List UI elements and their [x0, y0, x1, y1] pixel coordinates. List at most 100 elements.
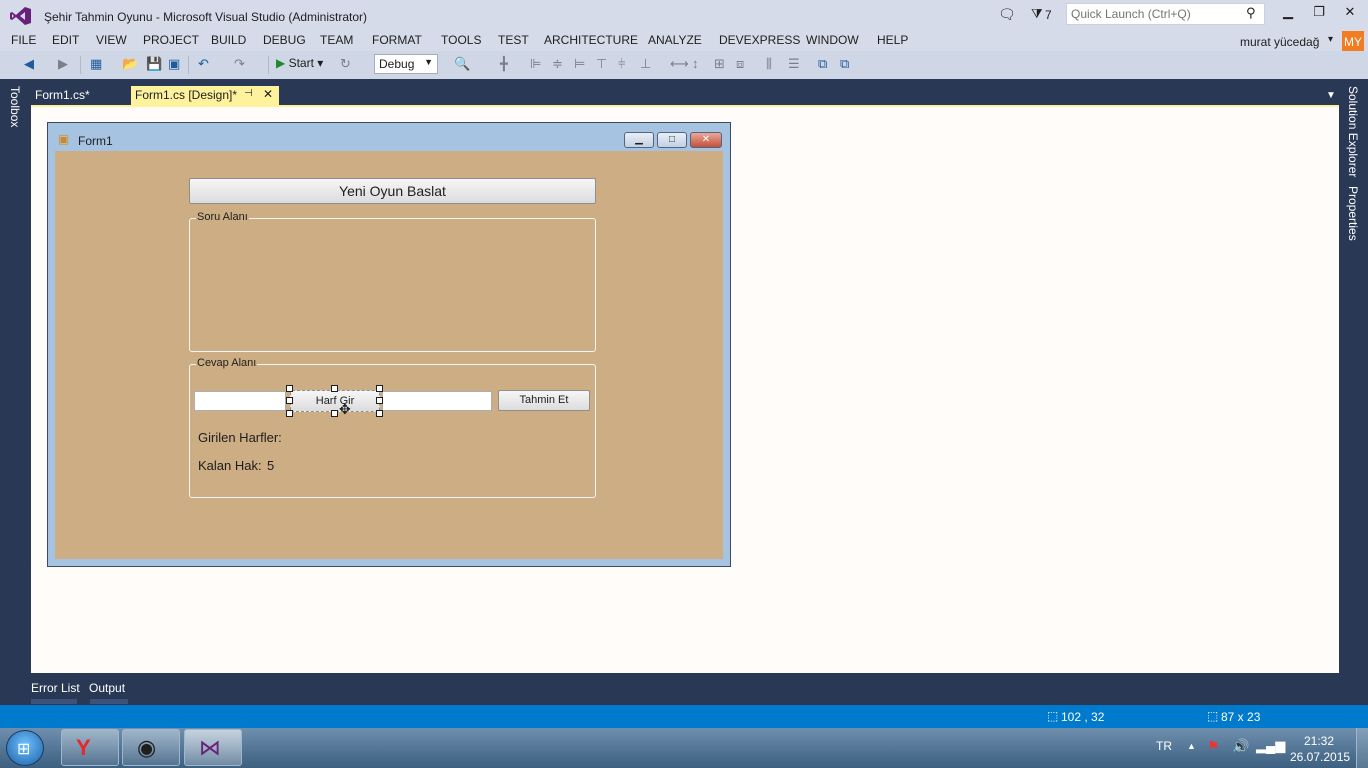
search-icon[interactable]: ⚲	[1246, 5, 1256, 21]
solution-explorer-tab[interactable]: Solution Explorer	[1346, 86, 1360, 177]
menu-tools[interactable]: TOOLS	[441, 33, 481, 47]
chevron-down-icon[interactable]: ▾	[1328, 34, 1333, 45]
taskbar-visual-studio[interactable]: ⋈	[184, 729, 242, 766]
clock-date[interactable]: 26.07.2015	[1290, 750, 1350, 764]
windows-logo-icon: ⊞	[17, 741, 31, 758]
avatar[interactable]: MY	[1342, 31, 1364, 53]
letter-textbox[interactable]	[194, 391, 286, 411]
yandex-icon: Y	[76, 735, 91, 760]
menu-format[interactable]: FORMAT	[372, 33, 422, 47]
language-indicator[interactable]: TR	[1156, 739, 1172, 753]
close-icon[interactable]: ✕	[263, 87, 273, 101]
bottom-tool-tabs	[0, 673, 1368, 705]
chevron-down-icon[interactable]: ▼	[1326, 90, 1336, 101]
question-groupbox[interactable]: Soru Alanı	[189, 211, 596, 352]
pin-icon[interactable]: ⊣	[244, 88, 253, 99]
form-maximize-button[interactable]: □	[657, 132, 687, 148]
make-same-size-icon[interactable]: ⧈	[736, 56, 744, 72]
save-icon[interactable]: 💾	[146, 56, 162, 72]
form-icon: ▣	[58, 132, 70, 146]
solution-configuration-select[interactable]: Debug ▼	[374, 54, 438, 74]
entered-letters-label: Girilen Harfler:	[198, 430, 282, 445]
menu-test[interactable]: TEST	[498, 33, 529, 47]
align-lefts-icon[interactable]: ⊫	[530, 56, 541, 72]
menu-help[interactable]: HELP	[877, 33, 908, 47]
clock-time[interactable]: 21:32	[1304, 734, 1334, 748]
menu-architecture[interactable]: ARCHITECTURE	[544, 33, 638, 47]
user-name[interactable]: murat yücedağ	[1240, 35, 1319, 49]
vertical-spacing-icon[interactable]: ☰	[788, 56, 800, 72]
resize-handle[interactable]	[376, 410, 383, 417]
toolbox-tab[interactable]: Toolbox	[8, 86, 22, 127]
make-same-width-icon[interactable]: ⟷	[670, 56, 689, 72]
properties-tab[interactable]: Properties	[1346, 186, 1360, 241]
new-game-button[interactable]: Yeni Oyun Baslat	[189, 178, 596, 204]
menu-window[interactable]: WINDOW	[806, 33, 859, 47]
resize-handle[interactable]	[331, 410, 338, 417]
taskbar-yandex-browser[interactable]: Y	[61, 729, 119, 766]
action-center-icon[interactable]: ⚑	[1207, 738, 1220, 755]
menu-project[interactable]: PROJECT	[143, 33, 199, 47]
open-file-icon[interactable]: 📂	[122, 56, 138, 72]
align-centers-icon[interactable]: ≑	[552, 56, 563, 72]
align-tops-icon[interactable]: ⊤	[596, 56, 607, 72]
find-icon[interactable]: 🔍	[454, 56, 470, 72]
form-minimize-button[interactable]: ▁	[624, 132, 654, 148]
tab-form1-design[interactable]: Form1.cs [Design]* ⊣ ✕	[131, 86, 279, 105]
resize-handle[interactable]	[376, 385, 383, 392]
show-desktop-button[interactable]	[1356, 728, 1368, 768]
send-to-back-icon[interactable]: ⧉	[840, 56, 849, 72]
bring-to-front-icon[interactable]: ⧉	[818, 56, 827, 72]
align-middles-icon[interactable]: ⫩	[618, 56, 625, 72]
refresh-icon[interactable]: ↻	[340, 56, 351, 72]
volume-icon[interactable]: 🔊	[1232, 738, 1249, 755]
save-all-icon[interactable]: ▣	[168, 56, 180, 72]
tab-output[interactable]: Output	[89, 681, 125, 695]
align-rights-icon[interactable]: ⊨	[574, 56, 585, 72]
position-icon: ⬚	[1047, 709, 1059, 723]
minimize-window-button[interactable]: ▁	[1273, 4, 1303, 24]
navigate-back-icon[interactable]: ◀	[24, 56, 34, 72]
redo-icon[interactable]: ↷	[234, 56, 245, 72]
form-close-button[interactable]: ✕	[690, 132, 722, 148]
horizontal-spacing-icon[interactable]: ⫼	[766, 56, 772, 72]
menu-team[interactable]: TEAM	[320, 33, 353, 47]
notification-icon[interactable]: 🗨	[998, 6, 1016, 23]
close-window-button[interactable]: ✕	[1335, 4, 1365, 24]
tab-indicator	[31, 699, 77, 704]
guess-textbox[interactable]	[382, 391, 492, 411]
resize-handle[interactable]	[286, 385, 293, 392]
menu-analyze[interactable]: ANALYZE	[648, 33, 702, 47]
tab-form1-code[interactable]: Form1.cs*	[29, 86, 129, 105]
restore-window-button[interactable]: ❐	[1304, 4, 1334, 24]
resize-handle[interactable]	[331, 385, 338, 392]
resize-handle[interactable]	[286, 397, 293, 404]
menu-view[interactable]: VIEW	[96, 33, 127, 47]
guess-button[interactable]: Tahmin Et	[498, 390, 590, 411]
network-icon[interactable]: ▂▄▆	[1256, 738, 1285, 754]
filter-icon[interactable]: ⧩	[1031, 6, 1043, 22]
start-debugging-button[interactable]: ▶ Start ▾	[276, 56, 323, 70]
make-same-height-icon[interactable]: ↕	[692, 56, 699, 71]
new-project-icon[interactable]: ▦	[90, 56, 102, 72]
enter-letter-button[interactable]: Harf Gir	[290, 390, 380, 412]
menu-build[interactable]: BUILD	[211, 33, 246, 47]
resize-handle[interactable]	[286, 410, 293, 417]
menu-devexpress[interactable]: DEVEXPRESS	[719, 33, 800, 47]
align-bottoms-icon[interactable]: ⊥	[640, 56, 651, 72]
align-to-grid-icon[interactable]: ╋	[500, 56, 508, 72]
visual-studio-icon: ⋈	[199, 735, 221, 760]
menu-edit[interactable]: EDIT	[52, 33, 79, 47]
toolbar-separator	[268, 56, 269, 74]
tab-error-list[interactable]: Error List	[31, 681, 80, 695]
size-to-grid-icon[interactable]: ⊞	[714, 56, 725, 72]
quick-launch-input[interactable]	[1066, 3, 1265, 25]
show-hidden-icons-icon[interactable]: ▲	[1187, 741, 1196, 751]
start-button[interactable]: ⊞	[6, 730, 44, 766]
navigate-forward-icon[interactable]: ▶	[58, 56, 68, 72]
menu-file[interactable]: FILE	[11, 33, 36, 47]
menu-debug[interactable]: DEBUG	[263, 33, 306, 47]
undo-icon[interactable]: ↶	[198, 56, 209, 72]
resize-handle[interactable]	[376, 397, 383, 404]
taskbar-obs[interactable]: ◉	[122, 729, 180, 766]
